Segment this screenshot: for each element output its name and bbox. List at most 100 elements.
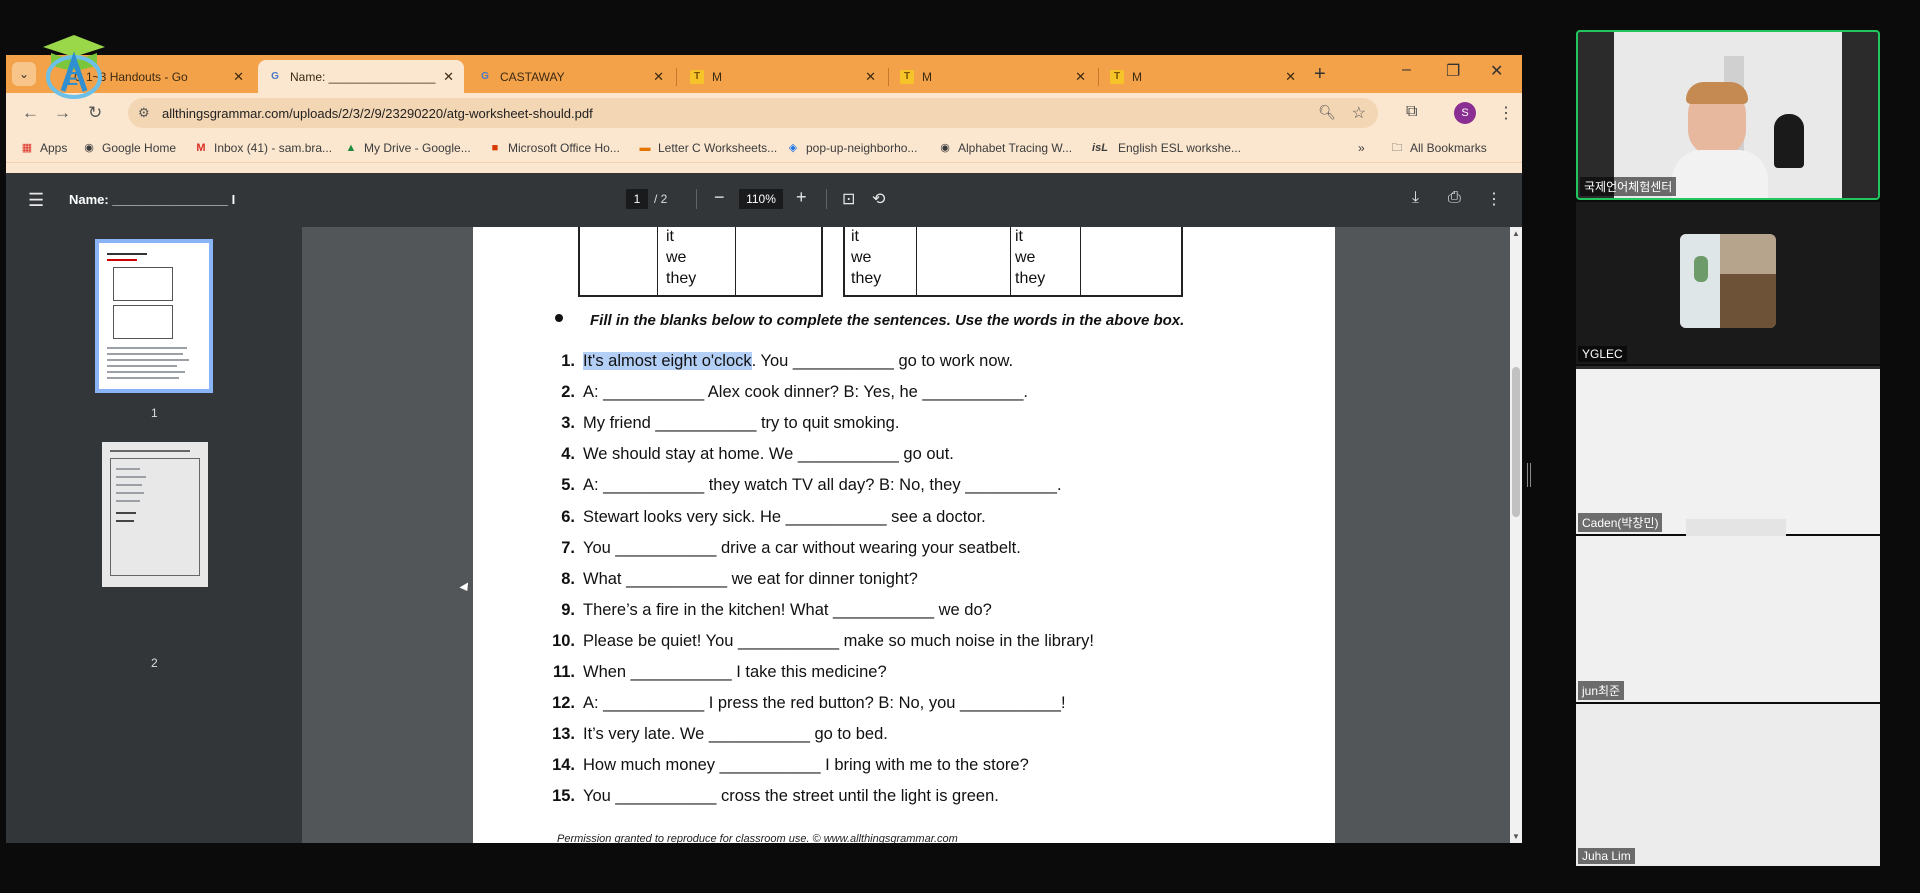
pdf-page: it we they it we they it we they Fill in… xyxy=(473,227,1335,843)
bookmark-star-icon[interactable]: ☆ xyxy=(1352,103,1366,123)
sentence-item: 2. A: ___________ Alex cook dinner? B: Ye… xyxy=(543,383,1028,407)
video-tile-speaker[interactable]: 국제언어체험센터 xyxy=(1576,30,1880,200)
bookmark-letter-c[interactable]: ▬ Letter C Worksheets... xyxy=(638,141,778,155)
restore-icon[interactable]: ❐ xyxy=(1446,61,1460,81)
address-bar[interactable]: ⚙ allthingsgrammar.com/uploads/2/3/2/9/2… xyxy=(128,98,1378,128)
minimize-icon[interactable]: – xyxy=(1402,61,1411,79)
globe-icon: ◉ xyxy=(940,142,950,154)
bullet xyxy=(555,314,563,322)
scroll-down-icon[interactable]: ▼ xyxy=(1512,832,1520,841)
page-number-input[interactable]: 1 xyxy=(626,189,648,209)
item-text: My friend ___________ try to quit smokin… xyxy=(583,414,900,433)
close-icon[interactable]: ✕ xyxy=(233,69,244,85)
close-icon[interactable]: ✕ xyxy=(1285,69,1296,85)
globe-icon: ◉ xyxy=(84,142,94,154)
print-icon[interactable]: ⎙ xyxy=(1448,189,1461,207)
item-number: 4. xyxy=(561,445,575,464)
zoom-out-icon[interactable]: − xyxy=(714,187,725,208)
forward-icon[interactable]: → xyxy=(54,103,71,123)
profile-avatar[interactable]: S xyxy=(1454,102,1476,124)
window-close-icon[interactable]: ✕ xyxy=(1490,61,1503,81)
pronoun-table-right: it we they it we they xyxy=(843,227,1183,297)
avatar xyxy=(1680,234,1776,328)
pdf-toolbar: ☰ Name: ________________ I 1 / 2 − 110% … xyxy=(6,173,1522,227)
item-number: 2. xyxy=(561,383,575,402)
pronoun: it xyxy=(666,228,674,245)
sentence-item: 10. Please be quiet! You ___________ make… xyxy=(543,632,1094,656)
item-text: How much money ___________ I bring with … xyxy=(583,756,1029,775)
drive-icon: ▲ xyxy=(345,142,357,154)
bookmark-label: English ESL workshe... xyxy=(1118,141,1241,155)
pronoun: they xyxy=(851,270,882,287)
participant-name: YGLEC xyxy=(1578,346,1627,362)
bookmark-office[interactable]: ■ Microsoft Office Ho... xyxy=(488,141,620,155)
video-tile-juha[interactable]: Juha Lim xyxy=(1576,704,1880,866)
rotate-icon[interactable]: ⟲ xyxy=(872,189,885,209)
tab-m-1[interactable]: T M ✕ xyxy=(680,60,886,93)
tab-castaway[interactable]: G CASTAWAY ✕ xyxy=(468,60,674,93)
kebab-menu-icon[interactable]: ⋮ xyxy=(1498,103,1514,123)
more-options-icon[interactable]: ⋮ xyxy=(1486,189,1502,209)
pdf-scrollbar[interactable]: ▲ ▼ xyxy=(1510,227,1522,843)
bookmark-esl[interactable]: isL English ESL workshe... xyxy=(1088,141,1241,155)
close-icon[interactable]: ✕ xyxy=(865,69,876,85)
item-text: A: ___________ Alex cook dinner? B: Yes,… xyxy=(583,383,1028,402)
video-tile-caden[interactable]: Caden(박창민) xyxy=(1576,366,1880,537)
scroll-up-icon[interactable]: ▲ xyxy=(1512,229,1520,238)
item-text: What ___________ we eat for dinner tonig… xyxy=(583,569,918,588)
item-number: 5. xyxy=(561,476,575,495)
gmail-icon: M xyxy=(196,142,206,154)
all-bookmarks[interactable]: 🗀 All Bookmarks xyxy=(1390,141,1487,155)
bookmark-google-home[interactable]: ◉ Google Home xyxy=(82,141,176,155)
bookmark-alphabet[interactable]: ◉ Alphabet Tracing W... xyxy=(938,141,1072,155)
zoom-in-icon[interactable]: + xyxy=(796,187,807,208)
bookmark-drive[interactable]: ▲ My Drive - Google... xyxy=(344,141,471,155)
pdf-title: Name: ________________ I xyxy=(69,192,236,207)
bookmark-label: Google Home xyxy=(102,141,177,155)
bookmark-inbox[interactable]: M Inbox (41) - sam.bra... xyxy=(194,141,332,155)
sentence-item: 8. What ___________ we eat for dinner ton… xyxy=(543,570,918,594)
tab-worksheet[interactable]: G Name: ________________ ✕ xyxy=(258,60,464,93)
fit-page-icon[interactable]: ⊡ xyxy=(842,189,855,209)
zoom-icon[interactable]: 🔍︎ xyxy=(1318,104,1336,121)
school-logo: E xyxy=(43,35,105,99)
page-total: / 2 xyxy=(654,192,668,206)
bookmark-label: pop-up-neighborho... xyxy=(806,141,918,155)
new-tab-button[interactable]: + xyxy=(1314,63,1326,86)
sentence-item: 11. When ___________ I take this medicine… xyxy=(543,663,887,687)
reload-icon[interactable]: ↻ xyxy=(88,103,102,123)
item-text: A: ___________ they watch TV all day? B:… xyxy=(583,476,1062,495)
isl-icon: isL xyxy=(1092,142,1108,154)
pronoun: we xyxy=(851,249,872,266)
back-icon[interactable]: ← xyxy=(22,103,39,123)
video-tile-yglec[interactable]: YGLEC xyxy=(1576,202,1880,364)
apps-grid-icon: ▦ xyxy=(21,142,33,154)
participant-name: jun최준 xyxy=(1578,681,1625,700)
tab-m-2[interactable]: T M ✕ xyxy=(890,60,1096,93)
tab-m-3[interactable]: T M ✕ xyxy=(1100,60,1306,93)
menu-icon[interactable]: ☰ xyxy=(28,190,44,211)
bookmarks-overflow-icon[interactable]: » xyxy=(1358,141,1365,155)
page-thumbnail-2[interactable] xyxy=(102,442,208,587)
download-icon[interactable]: ⤓ xyxy=(1412,189,1419,207)
url-text: allthingsgrammar.com/uploads/2/3/2/9/232… xyxy=(162,106,593,121)
pronoun-table-left: it we they xyxy=(578,227,823,297)
bookmark-popup[interactable]: ◈ pop-up-neighborho... xyxy=(786,141,918,155)
video-tile-jun[interactable]: jun최준 xyxy=(1576,536,1880,702)
zoom-level-input[interactable]: 110% xyxy=(739,189,783,209)
scroll-thumb[interactable] xyxy=(1512,367,1520,517)
pdf-document-area[interactable]: it we they it we they it we they Fill in… xyxy=(302,227,1510,843)
panel-resize-handle[interactable] xyxy=(1527,463,1531,487)
extensions-icon[interactable]: ⧉ xyxy=(1406,103,1417,121)
close-icon[interactable]: ✕ xyxy=(653,69,664,85)
close-icon[interactable]: ✕ xyxy=(443,69,454,85)
close-icon[interactable]: ✕ xyxy=(1075,69,1086,85)
copyright-note: Permission granted to reproduce for clas… xyxy=(557,833,958,843)
item-text: We should stay at home. We ___________ g… xyxy=(583,445,954,464)
bookmark-apps[interactable]: ▦ Apps xyxy=(20,141,68,155)
participant-name: Juha Lim xyxy=(1578,848,1635,864)
page-thumbnail-1[interactable] xyxy=(95,239,213,393)
site-info-icon[interactable]: ⚙ xyxy=(138,105,150,121)
item-text: You ___________ drive a car without wear… xyxy=(583,538,1021,557)
sentence-item: 6. Stewart looks very sick. He __________… xyxy=(543,508,985,532)
